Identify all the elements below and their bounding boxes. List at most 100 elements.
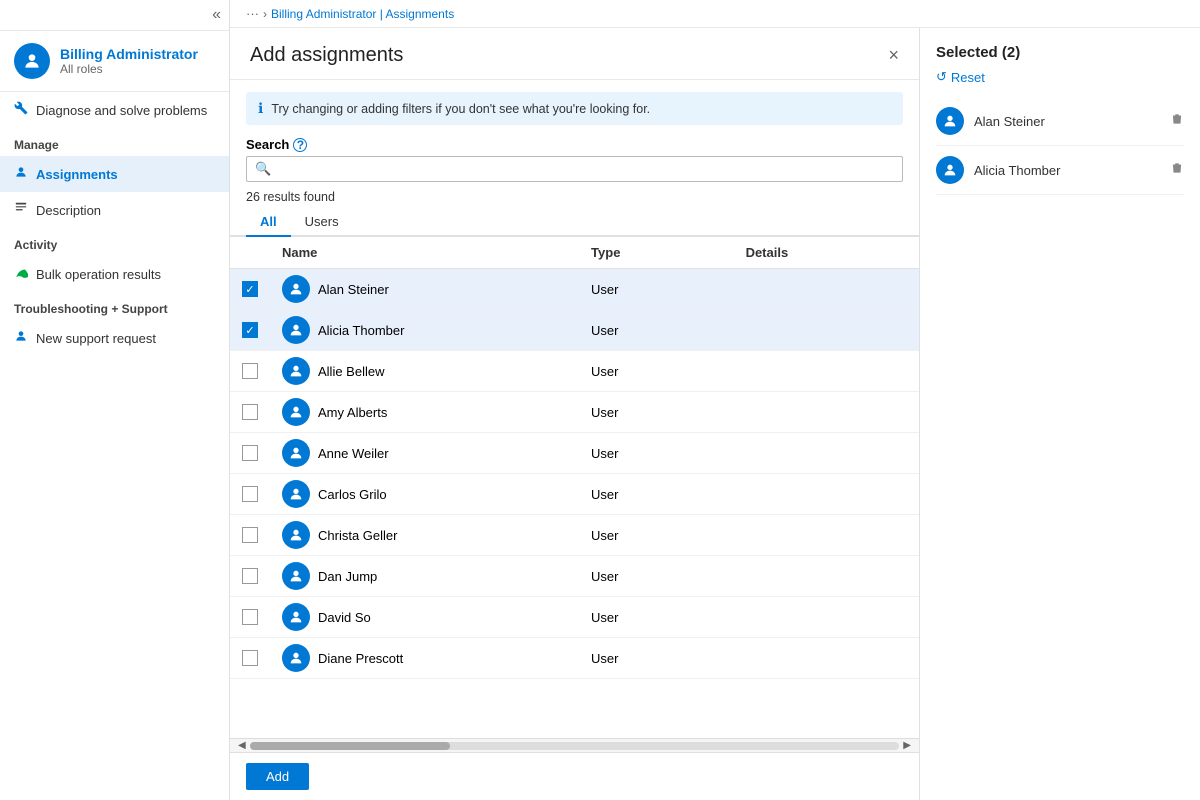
row-details-cell [734,269,919,310]
user-avatar [282,603,310,631]
row-name-cell: Dan Jump [270,556,579,597]
table-container[interactable]: Name Type Details ✓ Alan Steiner User✓ A… [230,237,919,738]
table-row[interactable]: Allie Bellew User [230,351,919,392]
sidebar-item-bulk[interactable]: Bulk operation results [0,256,229,292]
sidebar-item-support[interactable]: New support request [0,320,229,356]
row-name-cell: Alan Steiner [270,269,579,310]
reset-icon: ↺ [936,69,947,85]
col-header-details: Details [734,237,919,269]
delete-selected-button[interactable] [1170,161,1184,180]
assignments-label: Assignments [36,167,118,182]
table-row[interactable]: ✓ Alicia Thomber User [230,310,919,351]
checkbox-unchecked[interactable] [242,650,258,666]
info-banner: ℹ Try changing or adding filters if you … [246,92,903,125]
table-row[interactable]: Anne Weiler User [230,433,919,474]
row-name-cell: Anne Weiler [270,433,579,474]
row-type-cell: User [579,433,734,474]
support-section-label: Troubleshooting + Support [0,292,229,320]
tab-all[interactable]: All [246,208,291,237]
sidebar-subtitle: All roles [60,62,198,76]
tab-users[interactable]: Users [291,208,353,237]
checkbox-checked[interactable]: ✓ [242,322,258,338]
scroll-thumb[interactable] [250,742,450,750]
checkbox-checked[interactable]: ✓ [242,281,258,297]
selected-avatar [936,156,964,184]
scroll-right-arrow[interactable]: ▶ [899,740,915,751]
user-name: Anne Weiler [318,446,389,461]
row-details-cell [734,351,919,392]
search-input[interactable] [277,162,894,177]
col-header-check [230,237,270,269]
scroll-track[interactable] [250,742,900,750]
row-type-cell: User [579,474,734,515]
delete-selected-button[interactable] [1170,112,1184,131]
breadcrumb-link[interactable]: Billing Administrator | Assignments [271,7,454,21]
row-type-cell: User [579,556,734,597]
checkbox-unchecked[interactable] [242,609,258,625]
user-name: Alicia Thomber [318,323,404,338]
info-icon: ℹ [258,100,263,117]
breadcrumb-sep1: › [263,7,267,21]
table-row[interactable]: Carlos Grilo User [230,474,919,515]
support-label: New support request [36,331,156,346]
search-box[interactable]: 🔍 [246,156,903,182]
support-icon [14,329,28,347]
activity-section-label: Activity [0,228,229,256]
user-name: Diane Prescott [318,651,403,666]
checkbox-unchecked[interactable] [242,568,258,584]
search-label: Search ? [246,137,903,152]
sidebar-item-assignments[interactable]: Assignments [0,156,229,192]
row-details-cell [734,556,919,597]
table-row[interactable]: David So User [230,597,919,638]
checkbox-unchecked[interactable] [242,486,258,502]
add-button[interactable]: Add [246,763,309,790]
user-avatar [282,480,310,508]
table-row[interactable]: Christa Geller User [230,515,919,556]
user-name: Christa Geller [318,528,397,543]
close-button[interactable]: × [888,45,899,66]
row-name-cell: David So [270,597,579,638]
collapse-button[interactable]: « [212,6,221,24]
breadcrumb-dots: ··· [246,6,259,21]
selected-item-name: Alan Steiner [974,114,1160,129]
scroll-left-arrow[interactable]: ◀ [234,740,250,751]
dialog-area: Add assignments × ℹ Try changing or addi… [230,28,1200,800]
row-type-cell: User [579,351,734,392]
row-name-cell: Carlos Grilo [270,474,579,515]
right-panel: Selected (2) ↺ Reset Alan Steiner Alicia… [920,28,1200,800]
user-avatar [282,316,310,344]
row-name-cell: Alicia Thomber [270,310,579,351]
row-checkbox-cell: ✓ [230,269,270,310]
table-row[interactable]: Amy Alberts User [230,392,919,433]
sidebar-item-diagnose[interactable]: Diagnose and solve problems [0,92,229,128]
row-checkbox-cell [230,556,270,597]
row-name-cell: Allie Bellew [270,351,579,392]
sidebar-item-description[interactable]: Description [0,192,229,228]
row-details-cell [734,474,919,515]
manage-section-label: Manage [0,128,229,156]
dialog-title: Add assignments [250,44,403,67]
search-section: Search ? 🔍 [230,129,919,186]
selected-items-container: Alan Steiner Alicia Thomber [936,97,1184,195]
col-header-type: Type [579,237,734,269]
table-row[interactable]: Dan Jump User [230,556,919,597]
row-checkbox-cell [230,433,270,474]
row-details-cell [734,392,919,433]
table-row[interactable]: ✓ Alan Steiner User [230,269,919,310]
info-text: Try changing or adding filters if you do… [271,102,650,116]
checkbox-unchecked[interactable] [242,404,258,420]
user-avatar [282,357,310,385]
row-checkbox-cell [230,351,270,392]
sidebar: « Billing Administrator All roles Diagno… [0,0,230,800]
user-avatar [282,275,310,303]
row-type-cell: User [579,269,734,310]
assignments-table: Name Type Details ✓ Alan Steiner User✓ A… [230,237,919,679]
user-name: Carlos Grilo [318,487,387,502]
selected-header: Selected (2) [936,44,1184,61]
table-row[interactable]: Diane Prescott User [230,638,919,679]
user-avatar [282,398,310,426]
checkbox-unchecked[interactable] [242,363,258,379]
reset-button[interactable]: ↺ Reset [936,69,1184,85]
checkbox-unchecked[interactable] [242,527,258,543]
checkbox-unchecked[interactable] [242,445,258,461]
